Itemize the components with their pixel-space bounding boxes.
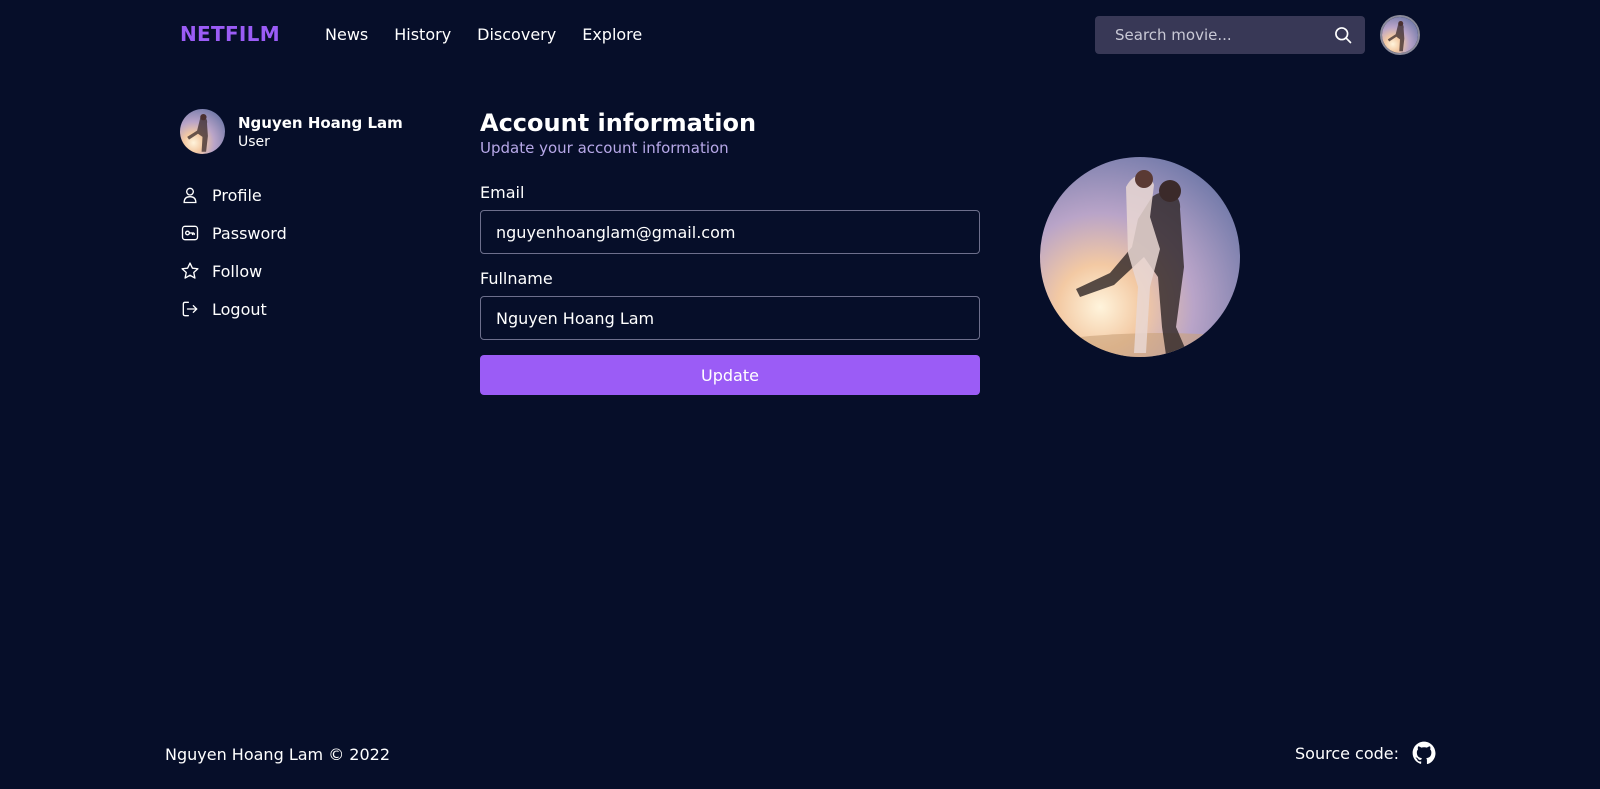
user-name: Nguyen Hoang Lam (238, 114, 403, 132)
github-icon[interactable] (1411, 740, 1437, 766)
email-field[interactable] (481, 211, 979, 253)
fullname-label: Fullname (480, 269, 553, 288)
user-icon (183, 187, 197, 204)
logout-icon (182, 301, 198, 317)
search-box (1095, 16, 1365, 54)
main-nav: News History Discovery Explore (325, 25, 668, 44)
update-button[interactable]: Update (480, 355, 980, 395)
nav-link-history[interactable]: History (394, 25, 451, 44)
star-icon (181, 262, 199, 279)
search-input[interactable] (1095, 16, 1325, 54)
email-label: Email (480, 183, 525, 202)
fullname-field[interactable] (481, 297, 979, 339)
sidebar-item-label: Profile (212, 185, 262, 205)
nav-link-discovery[interactable]: Discovery (477, 25, 556, 44)
page: NETFILM News History Discovery Explore S… (0, 0, 1600, 789)
key-icon (181, 225, 199, 241)
sidebar-menu: Profile Password Follow Logout (180, 176, 287, 328)
page-title: Account information (480, 109, 757, 137)
footer-source: Source code: (1295, 740, 1437, 766)
profile-avatar-large[interactable] (1040, 157, 1240, 357)
header-avatar[interactable] (1380, 15, 1420, 55)
search-icon[interactable] (1333, 25, 1353, 45)
sidebar-item-logout[interactable]: Logout (180, 290, 287, 328)
fullname-field-wrapper (480, 296, 980, 340)
sidebar-item-password[interactable]: Password (180, 214, 287, 252)
email-field-wrapper (480, 210, 980, 254)
logo[interactable]: NETFILM (180, 22, 280, 46)
sidebar-item-label: Follow (212, 261, 263, 281)
source-code-label: Source code: (1295, 743, 1400, 763)
sidebar-avatar (180, 109, 225, 154)
sidebar-item-follow[interactable]: Follow (180, 252, 287, 290)
nav-link-explore[interactable]: Explore (582, 25, 642, 44)
header: NETFILM News History Discovery Explore (0, 0, 1600, 70)
nav-link-news[interactable]: News (325, 25, 368, 44)
sidebar-item-label: Password (212, 223, 287, 243)
sidebar-item-label: Logout (212, 299, 267, 319)
sidebar-item-profile[interactable]: Profile (180, 176, 287, 214)
footer-copyright: Nguyen Hoang Lam © 2022 (165, 745, 391, 764)
user-role: User (238, 134, 270, 150)
page-subtitle: Update your account information (480, 139, 729, 157)
